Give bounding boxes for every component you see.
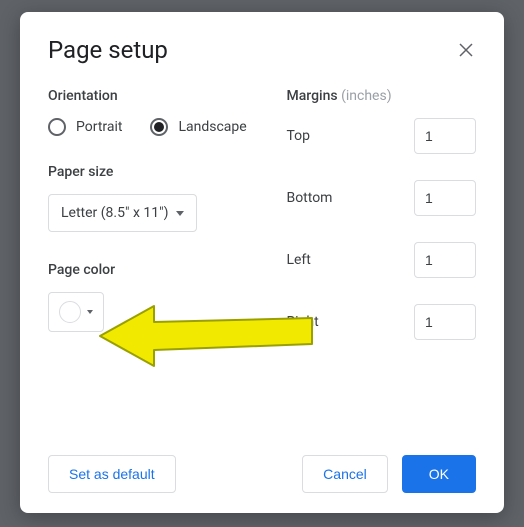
margins-label: Margins (inches) [286,88,476,104]
paper-size-select[interactable]: Letter (8.5" x 11") [48,194,197,232]
chevron-down-icon [87,310,93,314]
margin-left-row: Left [286,242,476,278]
cancel-button[interactable]: Cancel [302,455,388,493]
margin-right-input[interactable] [414,304,476,340]
orientation-landscape-radio[interactable]: Landscape [150,118,246,136]
radio-unchecked-icon [48,118,66,136]
set-as-default-button[interactable]: Set as default [48,455,176,493]
orientation-label: Orientation [48,88,256,104]
margin-bottom-input[interactable] [414,180,476,216]
margin-right-label: Right [286,314,318,330]
close-icon [459,43,473,57]
chevron-down-icon [176,211,184,216]
ok-button[interactable]: OK [402,455,476,493]
orientation-landscape-label: Landscape [178,119,246,135]
orientation-portrait-radio[interactable]: Portrait [48,118,122,136]
margin-top-input[interactable] [414,118,476,154]
dialog-footer: Set as default Cancel OK [48,455,476,493]
page-setup-dialog: Page setup Orientation Portrait Landscap… [20,12,504,513]
margin-bottom-row: Bottom [286,180,476,216]
radio-checked-icon [150,118,168,136]
page-color-label: Page color [48,262,256,278]
close-button[interactable] [456,40,476,60]
margin-top-label: Top [286,128,310,144]
margin-bottom-label: Bottom [286,190,332,206]
margin-left-input[interactable] [414,242,476,278]
paper-size-label: Paper size [48,164,256,180]
margin-left-label: Left [286,252,310,268]
orientation-portrait-label: Portrait [76,119,122,135]
color-swatch-icon [59,301,81,323]
dialog-title: Page setup [48,36,168,64]
paper-size-value: Letter (8.5" x 11") [61,205,168,221]
margin-right-row: Right [286,304,476,340]
page-color-button[interactable] [48,292,104,332]
dialog-header: Page setup [48,36,476,64]
margin-top-row: Top [286,118,476,154]
